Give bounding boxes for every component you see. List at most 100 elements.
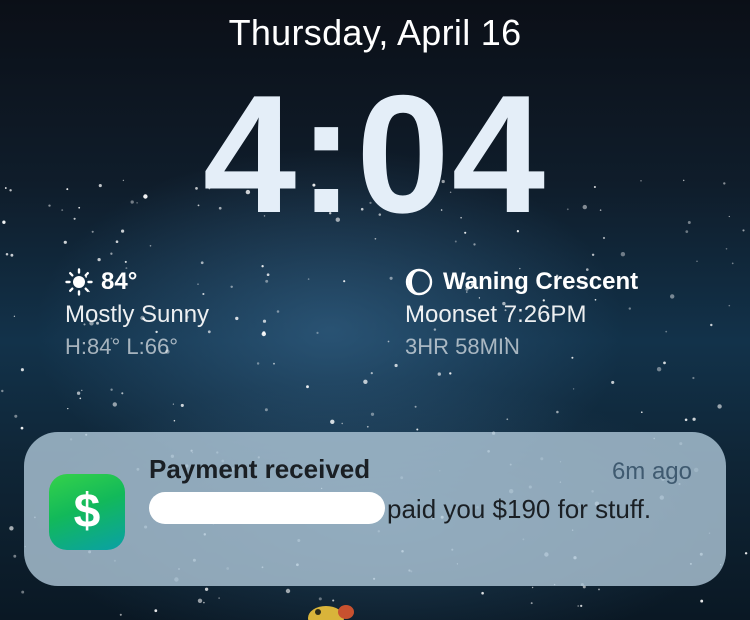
star [218,597,220,599]
weather-header: 84° [65,266,209,298]
moon-header: Waning Crescent [405,266,638,298]
star [67,408,69,410]
star [744,552,748,555]
star [10,253,14,257]
moon-phase-icon [405,268,433,296]
star [556,410,559,414]
star [717,404,722,409]
star [20,426,24,430]
star [173,419,176,422]
moon-duration: 3HR 58MIN [405,334,520,359]
moon-widget[interactable]: Waning Crescent Moonset 7:26PM 3HR 58MIN [405,266,638,362]
star [5,253,9,256]
star [154,609,158,613]
notification-card[interactable]: $ Payment received 6m ago paid you $190 … [24,432,726,586]
star [285,588,291,594]
star [700,599,704,603]
lockscreen-clock[interactable]: 4:04 [0,70,750,238]
star [696,260,698,262]
star [692,417,696,421]
star [256,362,260,365]
star [640,411,643,414]
star [366,425,369,428]
star [204,587,209,591]
star [394,363,398,368]
star [728,304,731,307]
star [307,278,310,280]
star [387,340,390,343]
star [76,391,81,395]
notification-timestamp: 6m ago [611,458,692,485]
star [124,260,127,263]
star [262,319,267,323]
star [370,412,375,416]
star [121,392,124,395]
star [97,257,101,262]
star [725,248,728,250]
star [265,279,269,283]
star [506,418,509,421]
star [81,389,83,391]
star [9,526,14,531]
weather-temperature: 84° [101,268,138,295]
star [531,586,534,589]
star [79,397,82,400]
star [1,389,4,393]
star [663,361,666,365]
star [414,405,417,408]
star [276,310,280,313]
wallpaper-object [308,605,354,620]
star [437,372,441,376]
star [264,408,268,412]
star [20,368,24,372]
lock-screen: Thursday, April 16 4:04 84° Mostly Sunny [0,0,750,620]
sun-icon [65,268,93,296]
star [180,403,184,407]
star [235,316,239,321]
redacted-sender [149,492,385,524]
star [14,414,18,418]
star [416,428,419,431]
notification-message: paid you $190 for stuff. [387,494,652,524]
star [591,253,595,257]
star [665,330,668,333]
star [200,261,204,265]
star [330,419,335,424]
star [203,601,205,604]
star [172,403,175,405]
star [530,602,533,605]
star [21,590,25,594]
star [577,605,580,607]
star [670,294,675,299]
star [341,422,343,425]
star [261,265,264,268]
star [389,276,393,280]
moon-phase: Waning Crescent [443,268,639,295]
notification-title: Payment received [149,454,371,484]
star [266,273,270,277]
star [363,379,368,384]
star [273,362,275,365]
star [306,385,309,389]
weather-high-low: H:84° L:66° [65,334,178,359]
star [13,315,16,317]
star [481,591,484,595]
star [684,418,688,422]
star [343,280,346,283]
star [449,372,452,375]
star [262,331,266,335]
star [149,244,152,247]
star [119,613,122,616]
lockscreen-date: Thursday, April 16 [228,12,522,53]
star [316,331,319,334]
weather-widget[interactable]: 84° Mostly Sunny H:84° L:66° [65,266,209,362]
star [110,388,113,391]
cash-app-icon: $ [49,474,125,550]
dollar-sign-icon: $ [73,485,101,538]
moonset-time: Moonset 7:26PM [405,301,587,328]
star [112,402,118,407]
star [710,323,713,327]
star [230,285,233,289]
star [580,604,583,608]
star [13,554,17,558]
